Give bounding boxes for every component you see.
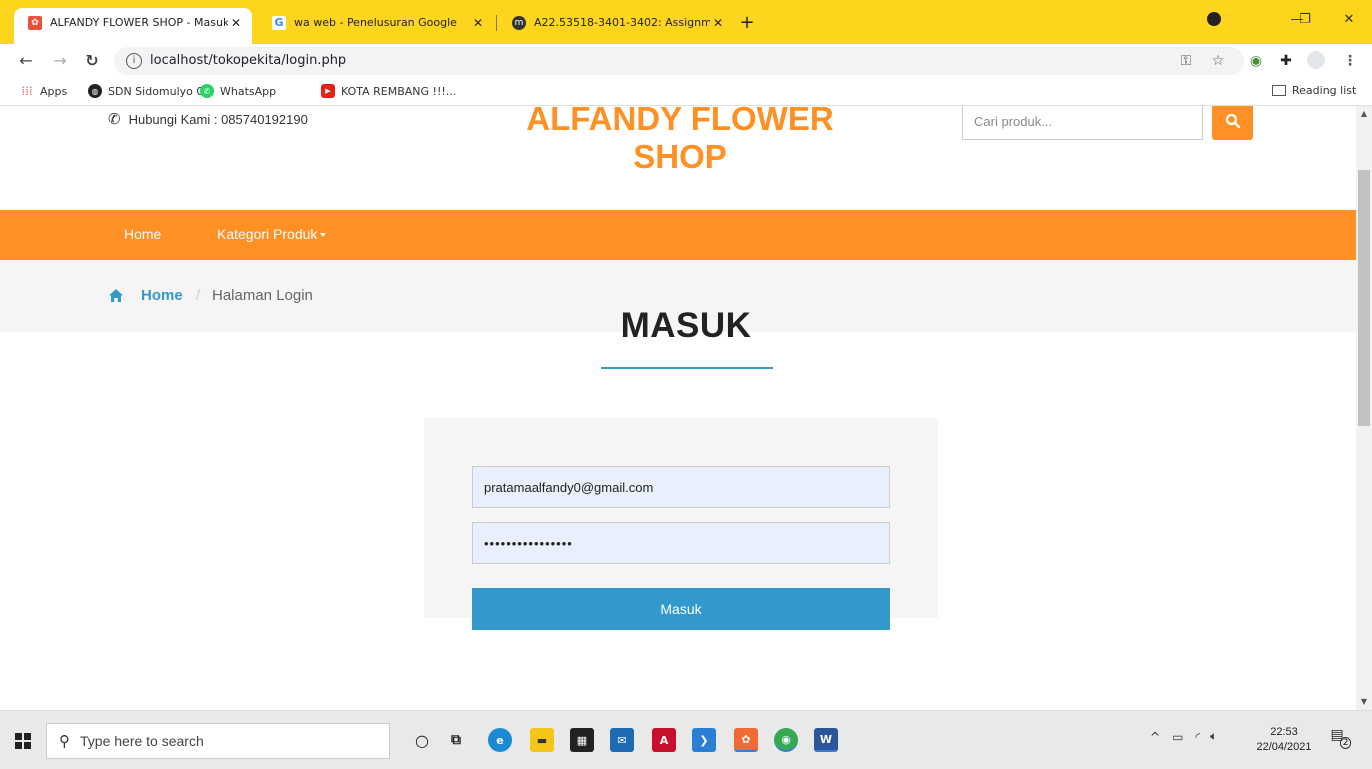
contact-text: Hubungi Kami : 085740192190 (128, 111, 308, 127)
task-view-icon[interactable]: ⧉ (444, 728, 468, 752)
forward-arrow-icon[interactable]: → (50, 51, 70, 71)
scroll-down-icon[interactable]: ▼ (1356, 694, 1372, 710)
whatsapp-icon: ✆ (200, 84, 214, 98)
info-icon[interactable]: i (126, 53, 142, 69)
browser-tab-bar: ✿ ALFANDY FLOWER SHOP - Masuk ✕ G wa web… (0, 0, 1372, 44)
puzzle-extensions-icon[interactable]: ✚ (1276, 51, 1296, 71)
search-icon (1225, 113, 1240, 129)
globe-icon: ◍ (88, 84, 102, 98)
bookmark-apps[interactable]: ⁞⁞⁞ Apps (20, 84, 67, 98)
scroll-up-icon[interactable]: ▲ (1356, 106, 1372, 122)
main-navbar: Home Kategori Produk (0, 210, 1356, 260)
vscode-icon[interactable]: ❯ (692, 728, 716, 752)
word-icon[interactable]: W (814, 728, 838, 752)
key-icon[interactable]: ⚿ (1176, 51, 1196, 71)
profile-avatar-icon[interactable] (1306, 51, 1326, 71)
back-arrow-icon[interactable]: ← (16, 51, 36, 71)
battery-icon[interactable]: ▭ (1172, 730, 1183, 744)
wifi-icon[interactable]: ◜ (1195, 730, 1200, 744)
contact-info: ✆ Hubungi Kami : 085740192190 (108, 110, 308, 128)
tab-alfandy-login[interactable]: ✿ ALFANDY FLOWER SHOP - Masuk ✕ (14, 8, 252, 44)
brand-line-2: SHOP (633, 138, 727, 175)
bookmark-sdn[interactable]: ◍ SDN Sidomulyo 04 (88, 84, 210, 98)
tab-title: ALFANDY FLOWER SHOP - Masuk (50, 16, 228, 29)
taskbar-clock[interactable]: 22:53 22/04/2021 (1254, 725, 1314, 755)
breadcrumb-separator: / (196, 287, 201, 304)
file-explorer-icon[interactable]: ▬ (530, 728, 554, 752)
bookmark-label: KOTA REMBANG !!!... (341, 84, 457, 98)
notification-count-badge: 2 (1339, 737, 1352, 749)
system-tray: ^ ▭ ◜ 🔈︎ (1150, 729, 1217, 744)
masuk-button[interactable]: Masuk (472, 588, 890, 630)
password-field[interactable] (472, 522, 890, 564)
site-brand-logo[interactable]: ALFANDY FLOWER SHOP (470, 106, 890, 176)
bookmark-label: SDN Sidomulyo 04 (108, 84, 211, 98)
cortana-circle-icon[interactable]: ○ (410, 728, 434, 752)
url-text[interactable]: localhost/tokopekita/login.php (150, 53, 346, 68)
scroll-thumb[interactable] (1358, 170, 1370, 426)
profile-status-icon[interactable] (1207, 12, 1221, 26)
more-menu-icon[interactable]: ⋮ (1340, 51, 1360, 71)
reading-list-label: Reading list (1292, 84, 1357, 97)
youtube-icon: ▶ (321, 84, 335, 98)
mail-icon[interactable]: ✉ (610, 728, 634, 752)
windows-taskbar: ⚲ Type here to search ○ ⧉ e ▬ ▦ ✉ A ❯ ✿ … (0, 710, 1372, 769)
clock-date: 22/04/2021 (1256, 741, 1312, 753)
windows-start-button[interactable] (0, 711, 46, 769)
nav-kategori-produk[interactable]: Kategori Produk (217, 226, 327, 242)
login-title: MASUK (620, 306, 752, 345)
reading-list-button[interactable]: Reading list (1272, 84, 1356, 97)
home-icon (109, 289, 123, 302)
close-icon[interactable]: ✕ (228, 16, 244, 30)
search-input[interactable] (962, 106, 1203, 140)
microsoft-store-icon[interactable]: ▦ (570, 728, 594, 752)
moodle-favicon-icon: m (512, 15, 526, 30)
nav-kategori-label: Kategori Produk (217, 226, 318, 242)
window-close-icon[interactable]: ✕ (1326, 8, 1372, 32)
close-icon[interactable]: ✕ (710, 16, 726, 30)
tab-separator (496, 15, 497, 31)
chevron-up-icon[interactable]: ^ (1150, 730, 1160, 744)
tab-google-search[interactable]: G wa web - Penelusuran Google ✕ (258, 9, 494, 36)
caret-down-icon (320, 233, 327, 238)
edge-browser-icon[interactable]: e (488, 728, 512, 752)
reload-icon[interactable]: ↻ (82, 51, 102, 71)
search-button[interactable] (1212, 106, 1253, 140)
phone-icon: ✆ (108, 111, 121, 128)
notification-center-icon[interactable]: ▤2 (1330, 727, 1356, 753)
close-icon[interactable]: ✕ (470, 16, 486, 30)
tab-title: wa web - Penelusuran Google (294, 16, 457, 29)
extension-globe-icon[interactable]: ◉ (1246, 51, 1266, 71)
acrobat-reader-icon[interactable]: A (652, 728, 676, 752)
windows-logo-icon (15, 732, 31, 749)
bookmarks-bar: ⁞⁞⁞ Apps ◍ SDN Sidomulyo 04 ✆ WhatsApp ▶… (0, 78, 1372, 106)
nav-home[interactable]: Home (124, 226, 161, 242)
chrome-icon[interactable]: ◉ (774, 728, 798, 752)
breadcrumb-current: Halaman Login (212, 287, 313, 304)
search-icon: ⚲ (59, 732, 70, 750)
bookmark-label: Apps (40, 84, 68, 98)
tab-title: A22.53518-3401-3402: Assignment (534, 16, 710, 29)
brand-line-1: ALFANDY FLOWER (526, 106, 834, 137)
taskbar-search-placeholder: Type here to search (80, 733, 204, 749)
title-underline (601, 367, 773, 369)
tab-assignment[interactable]: m A22.53518-3401-3402: Assignment ✕ (498, 9, 734, 36)
xampp-icon[interactable]: ✿ (734, 728, 758, 752)
volume-icon[interactable]: 🔈︎ (1210, 729, 1217, 744)
flower-shop-favicon-icon: ✿ (28, 15, 42, 30)
bookmark-kota-rembang[interactable]: ▶ KOTA REMBANG !!!... (321, 84, 456, 98)
breadcrumb-home-link[interactable]: Home (141, 287, 183, 304)
apps-grid-icon: ⁞⁞⁞ (21, 84, 33, 98)
bookmark-label: WhatsApp (220, 84, 277, 98)
maximize-icon[interactable]: ❐ (1282, 8, 1328, 32)
new-tab-plus-icon[interactable]: + (736, 12, 758, 34)
reading-list-icon (1272, 85, 1286, 96)
email-field[interactable] (472, 466, 890, 508)
bookmark-whatsapp[interactable]: ✆ WhatsApp (200, 84, 276, 98)
google-favicon-icon: G (272, 15, 286, 30)
taskbar-search-box[interactable]: ⚲ Type here to search (46, 723, 390, 759)
clock-time: 22:53 (1270, 726, 1298, 738)
star-bookmark-icon[interactable]: ☆ (1208, 51, 1228, 71)
